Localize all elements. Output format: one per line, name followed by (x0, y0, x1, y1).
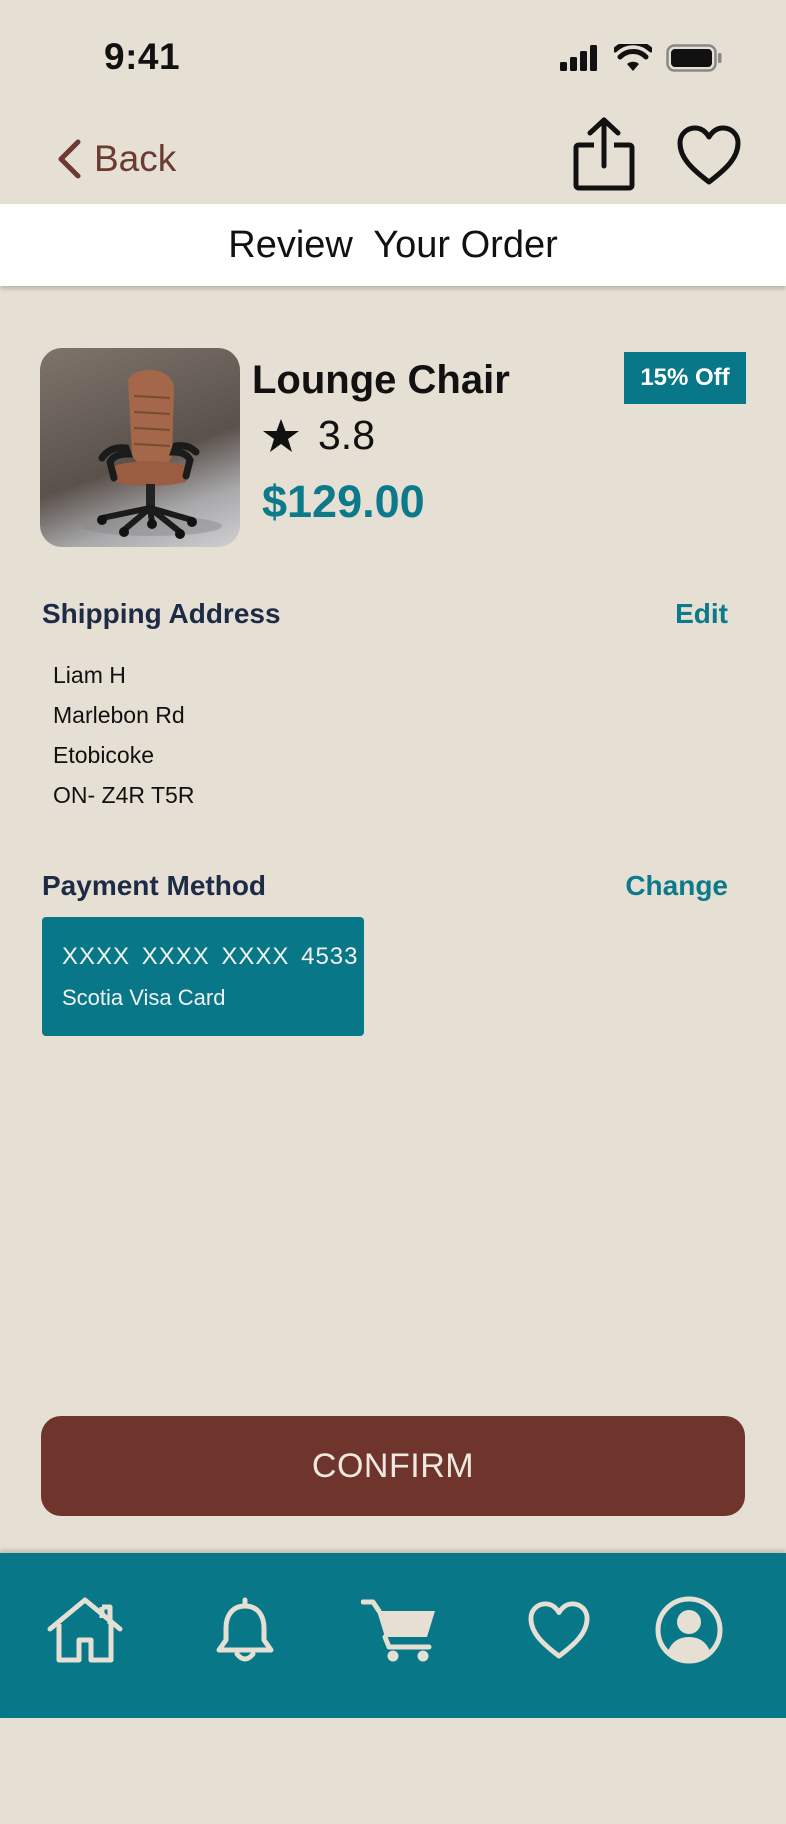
battery-icon (666, 44, 722, 72)
edit-address-link[interactable]: Edit (675, 598, 728, 630)
star-icon (263, 418, 299, 452)
confirm-button[interactable]: CONFIRM (41, 1416, 745, 1516)
shipping-heading: Shipping Address (42, 598, 281, 629)
address-line: Etobicoke (53, 742, 155, 768)
share-icon[interactable] (572, 116, 636, 192)
heart-icon (528, 1601, 590, 1659)
tab-profile[interactable] (648, 1589, 730, 1671)
tab-favorites[interactable] (518, 1589, 600, 1671)
bottom-tab-bar (0, 1553, 786, 1718)
wifi-icon (614, 44, 652, 71)
title-bar: Review Your Order (0, 204, 786, 286)
tab-notifications[interactable] (204, 1589, 286, 1671)
review-order-screen: 9:41 Back Review Your Order Lounge Chair… (0, 0, 786, 1824)
product-name: Lounge Chair (252, 358, 510, 402)
change-payment-link[interactable]: Change (625, 870, 728, 902)
address-line: Marlebon Rd (53, 702, 185, 728)
payment-heading: Payment Method (42, 870, 267, 901)
chevron-left-icon (58, 139, 81, 179)
card-number: XXXX XXXX XXXX 4533 (62, 943, 359, 970)
product-price: $129.00 (262, 476, 425, 527)
address-line: Liam H (53, 662, 126, 688)
page-title: Review Your Order (228, 223, 558, 266)
payment-card[interactable]: XXXX XXXX XXXX 4533 Scotia Visa Card (42, 917, 364, 1036)
address-line: ON- Z4R T5R (53, 782, 195, 808)
tab-cart[interactable] (358, 1589, 440, 1671)
card-name: Scotia Visa Card (62, 985, 226, 1010)
back-button[interactable]: Back (56, 138, 176, 180)
cellular-signal-icon (560, 45, 597, 71)
cart-icon (361, 1599, 435, 1662)
bell-icon (216, 1597, 274, 1662)
discount-badge: 15% Off (624, 352, 746, 404)
home-icon (47, 1597, 123, 1663)
profile-icon (655, 1596, 723, 1664)
office-chair-photo (82, 370, 222, 539)
heart-icon[interactable] (676, 124, 742, 186)
tab-home[interactable] (44, 1589, 126, 1671)
product-rating: 3.8 (262, 412, 375, 459)
rating-value: 3.8 (318, 412, 375, 458)
status-icons (560, 44, 722, 72)
status-time: 9:41 (104, 36, 181, 77)
product-image (40, 348, 240, 547)
back-label: Back (94, 138, 177, 179)
